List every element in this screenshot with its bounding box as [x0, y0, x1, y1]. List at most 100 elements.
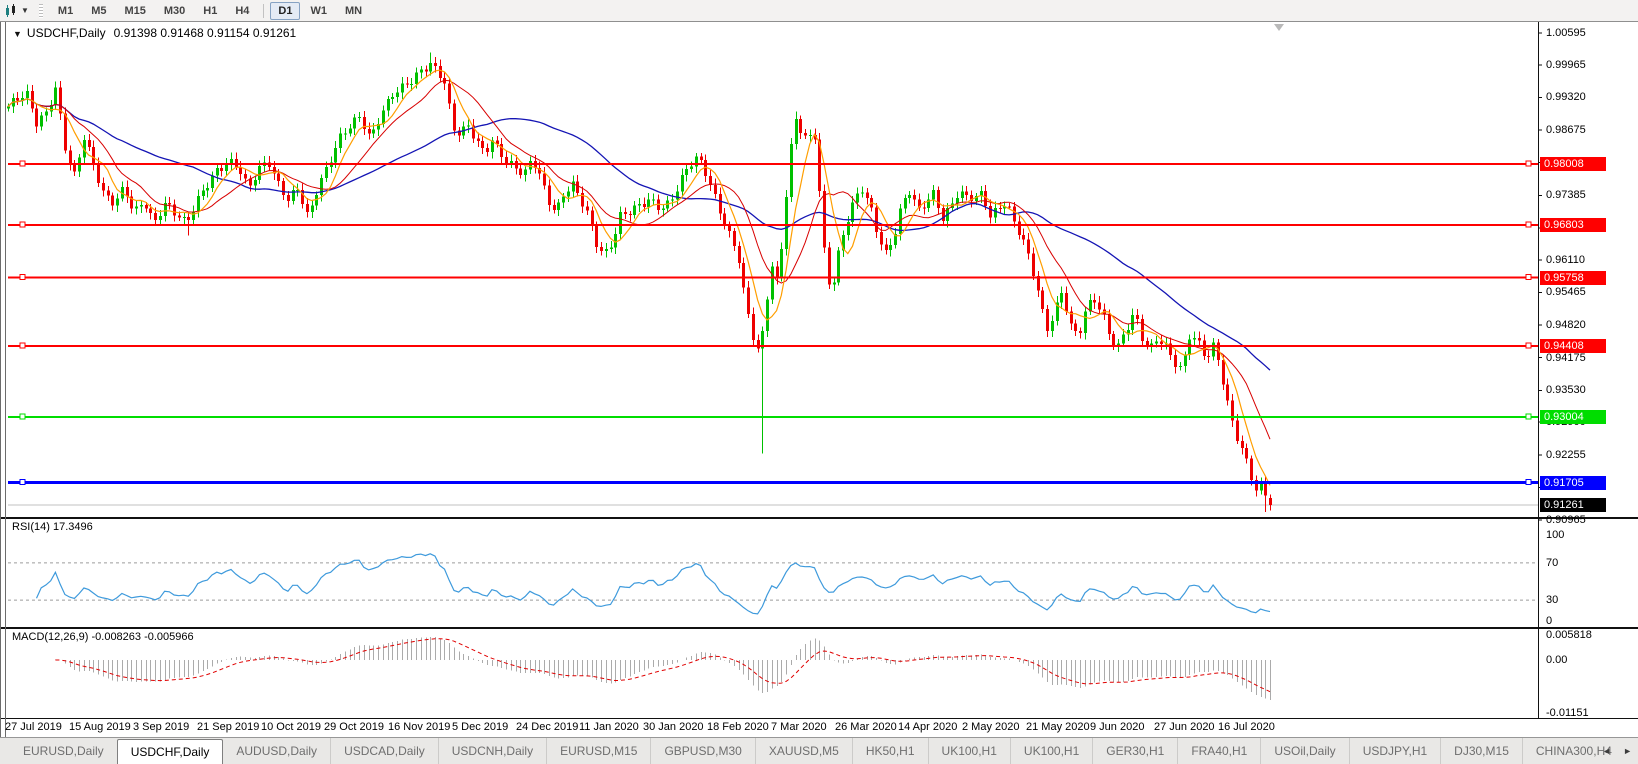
ma-mid-line	[8, 80, 1270, 439]
tab-eurusd-m15[interactable]: EURUSD,M15	[546, 738, 650, 764]
timeframe-button-mn[interactable]: MN	[337, 2, 370, 20]
price-line-tag: 0.93004	[1540, 410, 1606, 424]
chart-title: ▼ USDCHF,Daily 0.91398 0.91468 0.91154 0.9…	[13, 26, 296, 40]
macd-histogram	[56, 637, 1271, 700]
date-label: 9 Jun 2020	[1090, 721, 1144, 733]
price-line-tag: 0.94408	[1540, 339, 1606, 353]
timeframe-button-m15[interactable]: M15	[116, 2, 153, 20]
price-line-tag: 0.96803	[1540, 218, 1606, 232]
tab-scroll-arrows: ◄ ►	[1602, 738, 1632, 764]
toolbar-grip[interactable]	[39, 4, 43, 18]
chart-type-icon[interactable]	[3, 3, 21, 19]
toolbar: ▼ M1M5M15M30H1H4 D1W1MN	[0, 0, 1638, 22]
date-label: 14 Apr 2020	[898, 721, 957, 733]
timeframe-button-m30[interactable]: M30	[156, 2, 193, 20]
date-label: 18 Feb 2020	[707, 721, 769, 733]
macd-tick-label: -0.01151	[1546, 707, 1589, 719]
date-label: 24 Dec 2019	[516, 721, 578, 733]
date-label: 26 Mar 2020	[835, 721, 897, 733]
macd-signal-line	[55, 639, 1270, 692]
price-tick-label: 0.94820	[1546, 319, 1586, 331]
tab-fra40-h1[interactable]: FRA40,H1	[1177, 738, 1260, 764]
price-line-tag: 0.95758	[1540, 271, 1606, 285]
tab-usoil-daily[interactable]: USOil,Daily	[1260, 738, 1348, 764]
timeframe-buttons: M1M5M15M30H1H4 D1W1MN	[49, 2, 371, 20]
panel-borders	[0, 21, 1638, 737]
rsi-name: RSI(14)	[12, 521, 50, 533]
rsi-tick-label: 30	[1546, 594, 1558, 606]
date-label: 15 Aug 2019	[69, 721, 131, 733]
price-tick-label: 1.00595	[1546, 27, 1586, 39]
horizontal-line-0.96803[interactable]	[8, 222, 1538, 227]
rsi-panel[interactable]	[8, 554, 1538, 614]
price-tick-label: 0.99965	[1546, 59, 1586, 71]
tab-uk100-h1[interactable]: UK100,H1	[928, 738, 1010, 764]
date-label: 29 Oct 2019	[324, 721, 384, 733]
tabs-container: EURUSD,DailyUSDCHF,DailyAUDUSD,DailyUSDC…	[10, 738, 1625, 764]
rsi-value: 17.3496	[53, 521, 93, 533]
date-label: 21 May 2020	[1026, 721, 1090, 733]
symbol-tab-bar: EURUSD,DailyUSDCHF,DailyAUDUSD,DailyUSDC…	[0, 737, 1638, 764]
price-tick-label: 0.90965	[1546, 514, 1586, 526]
date-label: 30 Jan 2020	[643, 721, 704, 733]
macd-panel[interactable]	[55, 637, 1270, 700]
tab-scroll-right-icon[interactable]: ►	[1623, 746, 1632, 756]
macd-tick-label: 0.00	[1546, 654, 1567, 666]
macd-indicator-label: MACD(12,26,9) -0.008263 -0.005966	[12, 631, 194, 643]
macd-tick-label: 0.005818	[1546, 629, 1592, 641]
rsi-indicator-label: RSI(14) 17.3496	[12, 521, 93, 533]
chart-symbol-label: USDCHF,Daily	[27, 26, 106, 40]
price-tick-label: 0.96110	[1546, 254, 1585, 266]
price-tick-label: 0.92255	[1546, 449, 1586, 461]
tab-xauusd-m5[interactable]: XAUUSD,M5	[755, 738, 852, 764]
mt4-window: ▼ M1M5M15M30H1H4 D1W1MN ▼ USDCHF,Daily 0.91…	[0, 0, 1638, 764]
tab-scroll-left-icon[interactable]: ◄	[1602, 746, 1611, 756]
tab-gbpusd-m30[interactable]: GBPUSD,M30	[650, 738, 754, 764]
date-label: 7 Mar 2020	[771, 721, 827, 733]
timeframe-button-m5[interactable]: M5	[83, 2, 114, 20]
macd-name: MACD(12,26,9)	[12, 631, 88, 643]
price-tick-label: 0.97385	[1546, 189, 1586, 201]
horizontal-line-0.91705[interactable]	[8, 480, 1538, 485]
tab-hk50-h1[interactable]: HK50,H1	[852, 738, 928, 764]
price-tick-label: 0.98675	[1546, 124, 1586, 136]
date-label: 11 Jan 2020	[579, 721, 639, 733]
tab-dj30-m15[interactable]: DJ30,M15	[1440, 738, 1522, 764]
tab-ger30-h1[interactable]: GER30,H1	[1092, 738, 1177, 764]
horizontal-line-0.94408[interactable]	[8, 343, 1538, 348]
rsi-tick-label: 70	[1546, 557, 1558, 569]
price-tick-label: 0.94175	[1546, 352, 1586, 364]
tab-usdchf-daily[interactable]: USDCHF,Daily	[117, 739, 224, 764]
price-line-tag: 0.98008	[1540, 157, 1606, 171]
date-label: 27 Jun 2020	[1154, 721, 1215, 733]
timeframe-button-m1[interactable]: M1	[50, 2, 81, 20]
chart-shift-marker-icon[interactable]	[1274, 24, 1284, 31]
tab-audusd-daily[interactable]: AUDUSD,Daily	[223, 738, 330, 764]
timeframe-button-w1[interactable]: W1	[302, 2, 335, 20]
date-label: 10 Oct 2019	[261, 721, 321, 733]
horizontal-line-0.93004[interactable]	[8, 414, 1538, 419]
timeframe-button-h4[interactable]: H4	[227, 2, 257, 20]
date-label: 2 May 2020	[962, 721, 1019, 733]
chart-type-dropdown-icon[interactable]: ▼	[21, 6, 29, 15]
tab-usdjpy-h1[interactable]: USDJPY,H1	[1349, 738, 1440, 764]
tab-eurusd-daily[interactable]: EURUSD,Daily	[10, 738, 117, 764]
main-chart-panel[interactable]	[7, 52, 1538, 512]
price-tick-label: 0.93530	[1546, 384, 1586, 396]
price-line-tag: 0.91705	[1540, 476, 1606, 490]
tab-usdcnh-daily[interactable]: USDCNH,Daily	[438, 738, 546, 764]
tab-usdcad-daily[interactable]: USDCAD,Daily	[330, 738, 438, 764]
time-axis[interactable]: 27 Jul 201915 Aug 20193 Sep 201921 Sep 2…	[0, 721, 1538, 737]
rsi-tick-label: 0	[1546, 615, 1552, 627]
collapse-indicator-icon[interactable]: ▼	[13, 29, 22, 39]
date-label: 16 Nov 2019	[388, 721, 450, 733]
chart-ohlc-values: 0.91398 0.91468 0.91154 0.91261	[114, 26, 297, 40]
date-label: 21 Sep 2019	[197, 721, 259, 733]
timeframe-button-h1[interactable]: H1	[195, 2, 225, 20]
timeframe-button-d1[interactable]: D1	[270, 2, 300, 20]
toolbar-separator	[263, 4, 264, 18]
tab-uk100-h1[interactable]: UK100,H1	[1010, 738, 1092, 764]
price-chart-canvas[interactable]	[0, 0, 1638, 764]
price-tick-label: 0.99320	[1546, 91, 1586, 103]
macd-value: -0.008263 -0.005966	[91, 631, 193, 643]
